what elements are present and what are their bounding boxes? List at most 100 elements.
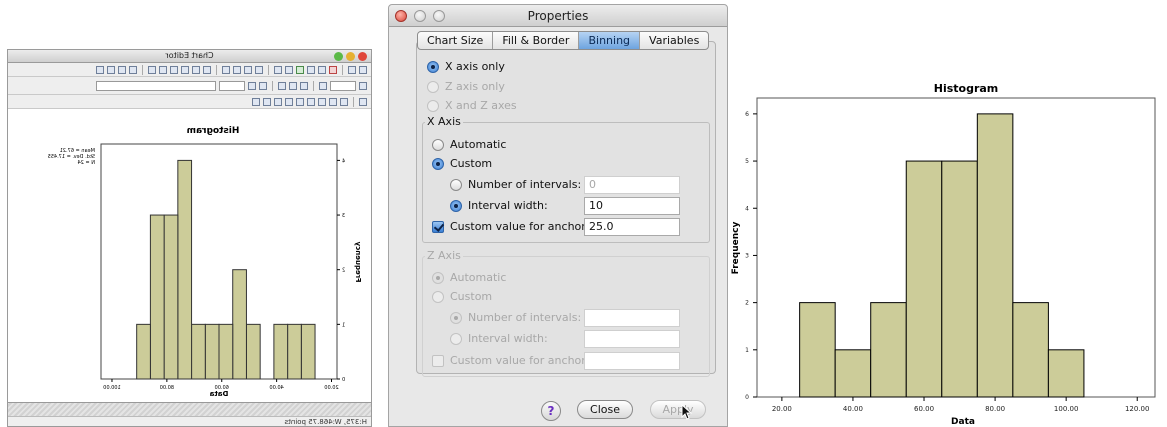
toolbar-icon[interactable]	[359, 97, 367, 106]
z-custom-radio	[432, 290, 444, 303]
x-and-z-axes-option: X and Z axes	[427, 99, 517, 112]
tab-binning[interactable]: Binning	[579, 32, 641, 49]
toolbar-icon[interactable]	[307, 97, 315, 106]
properties-dialog: Properties Chart Size Fill & Border Binn…	[388, 4, 728, 427]
bold-icon[interactable]	[248, 81, 256, 90]
histogram-bar	[191, 323, 206, 380]
chart-editor-canvas: Histogram 0 1 2 3 4 20.00 40.00 60.00 80.00 100.00…	[8, 122, 371, 404]
toolbar-icon[interactable]	[148, 65, 156, 74]
y-axis-title: Frequency	[731, 222, 741, 275]
x-number-of-intervals-field[interactable]: 0	[584, 176, 680, 194]
z-custom-anchor-label: Custom value for anchor:	[450, 354, 590, 367]
histogram-bar	[204, 323, 220, 380]
toolbar-icon[interactable]	[96, 65, 104, 74]
toolbar-icon[interactable]	[118, 65, 126, 74]
tab-fill-border[interactable]: Fill & Border	[493, 32, 580, 49]
chart-editor-toolbar-1	[8, 63, 371, 77]
toolbar-icon[interactable]	[359, 65, 367, 74]
align-right-icon[interactable]	[278, 81, 286, 90]
italic-icon[interactable]	[259, 81, 267, 90]
x-automatic-radio[interactable]	[432, 138, 444, 151]
toolbar-icon[interactable]	[233, 65, 241, 74]
toolbar-icon[interactable]	[255, 65, 263, 74]
font-size-field[interactable]	[219, 80, 245, 91]
y-tick-label: 1	[745, 347, 749, 354]
toolbar-icon[interactable]	[285, 97, 293, 106]
delete-icon[interactable]	[329, 65, 337, 74]
x-and-z-axes-radio	[427, 99, 439, 112]
toolbar-icon[interactable]	[252, 97, 260, 106]
x-custom-anchor-checkbox[interactable]	[432, 220, 444, 233]
x-axis-only-option[interactable]: X axis only	[427, 60, 505, 73]
x-axis-group-label: X Axis	[425, 115, 463, 128]
toolbar-icon[interactable]	[159, 65, 167, 74]
toolbar-icon[interactable]	[263, 97, 271, 106]
toolbar-icon[interactable]	[319, 81, 327, 90]
font-name-field[interactable]	[96, 80, 216, 91]
x-custom-anchor-label: Custom value for anchor:	[450, 220, 590, 233]
x-interval-width-radio[interactable]	[450, 199, 462, 212]
histogram-bar	[149, 214, 165, 380]
z-interval-width-field	[584, 330, 680, 348]
apply-button[interactable]: Apply	[650, 400, 706, 419]
z-number-of-intervals-radio	[450, 311, 462, 324]
toolbar-icon[interactable]	[348, 65, 356, 74]
x-number-of-intervals-label: Number of intervals:	[468, 178, 582, 191]
align-left-icon[interactable]	[300, 81, 308, 90]
bar-chart-icon[interactable]	[318, 97, 326, 106]
x-tick-label: 80.00	[160, 385, 174, 391]
toolbar-icon[interactable]	[296, 65, 304, 74]
x-axis-title: Data	[209, 390, 228, 398]
align-center-icon[interactable]	[289, 81, 297, 90]
toolbar-icon[interactable]	[244, 65, 252, 74]
help-button[interactable]: ?	[541, 401, 561, 421]
line-style-icon[interactable]	[359, 81, 367, 90]
toolbar-icon[interactable]	[222, 65, 230, 74]
x-axis-only-radio[interactable]	[427, 60, 439, 73]
status-text: H:375, W:468.75 points	[8, 416, 371, 426]
chart-title: Histogram	[934, 82, 999, 95]
histogram-bar	[870, 302, 907, 398]
z-interval-width-label: Interval width:	[468, 332, 548, 345]
x-custom-option[interactable]: Custom	[432, 157, 492, 170]
toolbar-icon[interactable]	[203, 65, 211, 74]
y-tick-label: 6	[745, 111, 749, 118]
histogram-bar	[834, 349, 872, 398]
y-tick-label: 2	[342, 268, 345, 274]
close-button[interactable]: Close	[577, 400, 633, 419]
toolbar-icon[interactable]	[170, 65, 178, 74]
y-tick-label: 4	[342, 158, 345, 164]
x-interval-width-option[interactable]: Interval width:	[450, 199, 548, 212]
toolbar-icon[interactable]	[296, 97, 304, 106]
toolbar-icon[interactable]	[181, 65, 189, 74]
toolbar-icon[interactable]	[192, 65, 200, 74]
x-automatic-option[interactable]: Automatic	[432, 138, 506, 151]
x-custom-anchor-field[interactable]: 25.0	[584, 218, 680, 236]
x-number-of-intervals-option[interactable]: Number of intervals:	[450, 178, 581, 191]
toolbar-icon[interactable]	[129, 65, 137, 74]
z-automatic-radio	[432, 271, 444, 284]
histogram-bar	[245, 323, 261, 380]
toolbar-icon[interactable]	[274, 97, 282, 106]
x-number-of-intervals-radio[interactable]	[450, 178, 462, 191]
histogram-chart: Histogram 0 1 2 3 4 5 6 20.00 40.00 60.00 80.00 100.…	[731, 82, 1156, 427]
histogram-bar	[177, 159, 193, 380]
toolbar-icon[interactable]	[285, 65, 293, 74]
toolbar-icon[interactable]	[107, 65, 115, 74]
x-custom-anchor-option[interactable]: Custom value for anchor:	[432, 220, 589, 233]
x-tick-label: 20.00	[772, 405, 792, 413]
histogram-bar	[300, 323, 316, 380]
bar-chart-icon[interactable]	[340, 97, 348, 106]
histogram-bar	[136, 323, 151, 380]
x-custom-radio[interactable]	[432, 157, 444, 170]
toolbar-icon[interactable]	[274, 65, 282, 74]
x-interval-width-field[interactable]: 10	[584, 197, 680, 215]
binning-panel: X axis only Z axis only X and Z axes X A…	[416, 41, 716, 377]
line-weight-field[interactable]	[330, 80, 356, 91]
toolbar-icon[interactable]	[307, 65, 315, 74]
bar-chart-icon[interactable]	[329, 97, 337, 106]
z-axis-only-option: Z axis only	[427, 80, 505, 93]
tab-chart-size[interactable]: Chart Size	[418, 32, 494, 49]
toolbar-icon[interactable]	[318, 65, 326, 74]
tab-variables[interactable]: Variables	[640, 32, 708, 49]
